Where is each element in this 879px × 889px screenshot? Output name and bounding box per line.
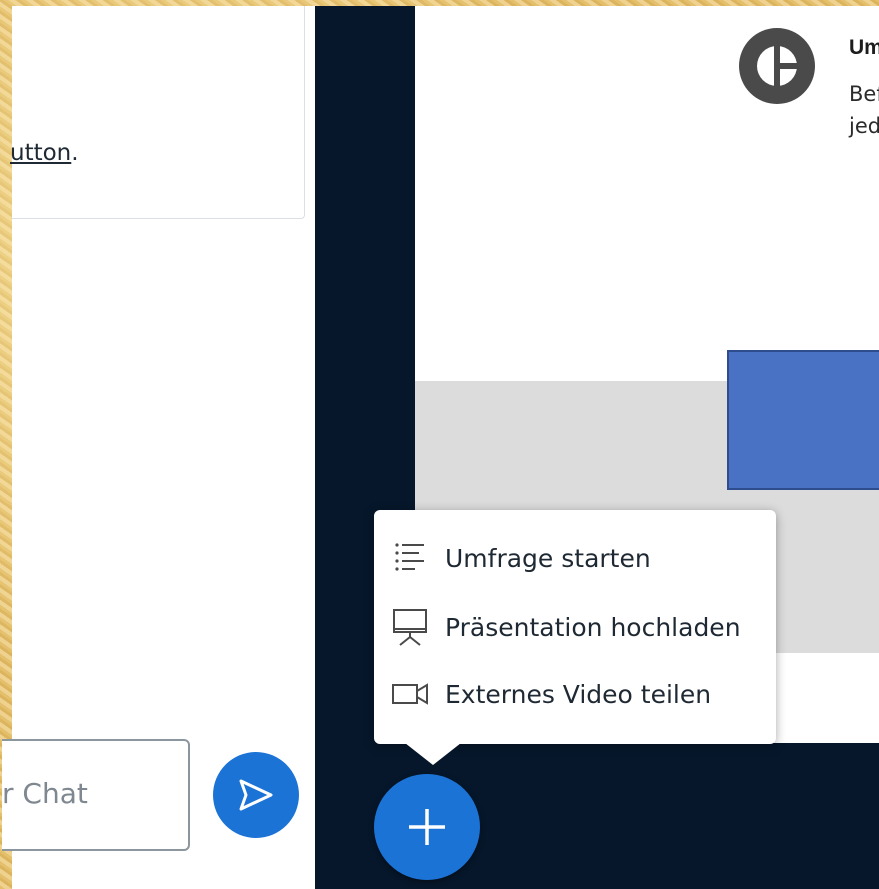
video-icon <box>388 674 432 714</box>
menu-item-label: Präsentation hochladen <box>445 612 741 642</box>
chat-message: utton. <box>10 6 305 219</box>
actions-menu: Umfrage starten Präsentation hochladen E… <box>374 510 776 744</box>
pie-chart-icon <box>739 28 815 104</box>
menu-item-share-external-video[interactable]: Externes Video teilen <box>374 662 776 726</box>
poll-title: Umfragen <box>849 36 879 59</box>
menu-item-label: Umfrage starten <box>445 543 651 573</box>
chat-input[interactable]: r Chat <box>2 739 190 851</box>
chat-input-placeholder: r Chat <box>2 777 88 810</box>
add-actions-button[interactable] <box>374 774 480 880</box>
slide-shape-blue <box>727 350 879 490</box>
plus-icon <box>409 809 445 845</box>
poll-description: Befrage N jederzeit. <box>849 78 879 142</box>
menu-item-label: Externes Video teilen <box>445 679 712 709</box>
chat-panel: utton. r Chat <box>2 6 315 889</box>
list-icon <box>388 538 432 578</box>
poll-description-line2: jederzeit. <box>849 114 879 138</box>
poll-description-line1: Befrage N <box>849 82 879 106</box>
chat-message-link[interactable]: utton <box>10 140 71 166</box>
menu-item-start-poll[interactable]: Umfrage starten <box>374 526 776 590</box>
presentation-area: Umfragen Befrage N jederzeit. <box>315 6 879 889</box>
chat-message-period: . <box>71 140 79 166</box>
send-button[interactable] <box>213 752 299 838</box>
presentation-icon <box>388 607 432 647</box>
chat-message-text: utton. <box>10 140 79 166</box>
menu-item-upload-presentation[interactable]: Präsentation hochladen <box>374 595 776 659</box>
menu-pointer <box>405 743 461 765</box>
send-icon <box>239 779 273 811</box>
